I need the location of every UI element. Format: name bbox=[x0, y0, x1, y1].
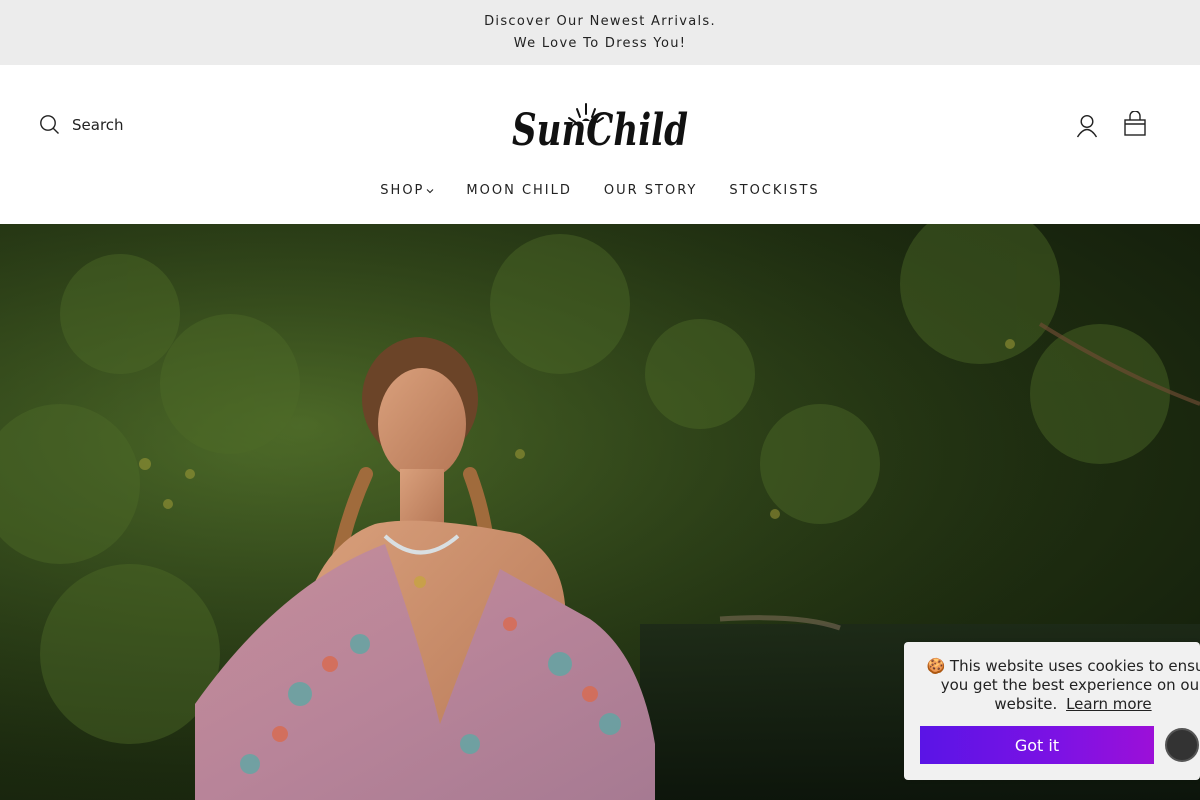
nav-item-label: SHOP bbox=[380, 183, 425, 198]
user-icon[interactable] bbox=[1076, 114, 1098, 138]
cookie-icon: 🍪 bbox=[926, 657, 946, 675]
nav-item-stockists[interactable]: STOCKISTS bbox=[729, 183, 819, 198]
accept-cookies-button[interactable]: Got it bbox=[920, 726, 1154, 764]
nav-item-moon-child[interactable]: MOON CHILD bbox=[466, 183, 571, 198]
shopping-bag-icon[interactable] bbox=[1123, 111, 1147, 137]
cookie-message: 🍪 This website uses cookies to ensure yo… bbox=[918, 657, 1200, 714]
nav-item-our-story[interactable]: OUR STORY bbox=[604, 183, 697, 198]
nav-item-shop[interactable]: SHOP bbox=[380, 183, 434, 198]
search-label: Search bbox=[72, 115, 124, 134]
nav-item-label: MOON CHILD bbox=[466, 183, 572, 198]
cookie-banner: 🍪 This website uses cookies to ensure yo… bbox=[904, 642, 1200, 780]
site-header: Search SunChild SHOP MOON CHILD OUR STOR… bbox=[0, 65, 1200, 224]
close-icon[interactable] bbox=[1165, 728, 1199, 762]
announcement-bar: Discover Our Newest Arrivals. We Love To… bbox=[0, 0, 1200, 65]
nav-item-label: OUR STORY bbox=[603, 183, 698, 198]
svg-text:SunChild: SunChild bbox=[512, 105, 688, 155]
search-button[interactable]: Search bbox=[39, 114, 124, 135]
learn-more-link[interactable]: Learn more bbox=[1066, 695, 1152, 713]
sunchild-logo[interactable]: SunChild bbox=[510, 99, 690, 155]
announcement-line-2: We Love To Dress You! bbox=[513, 35, 687, 51]
main-navigation: SHOP MOON CHILD OUR STORY STOCKISTS bbox=[0, 183, 1200, 198]
nav-item-label: STOCKISTS bbox=[729, 183, 820, 198]
announcement-line-1: Discover Our Newest Arrivals. bbox=[484, 13, 716, 29]
search-icon bbox=[40, 115, 59, 134]
chevron-down-icon bbox=[427, 188, 434, 193]
